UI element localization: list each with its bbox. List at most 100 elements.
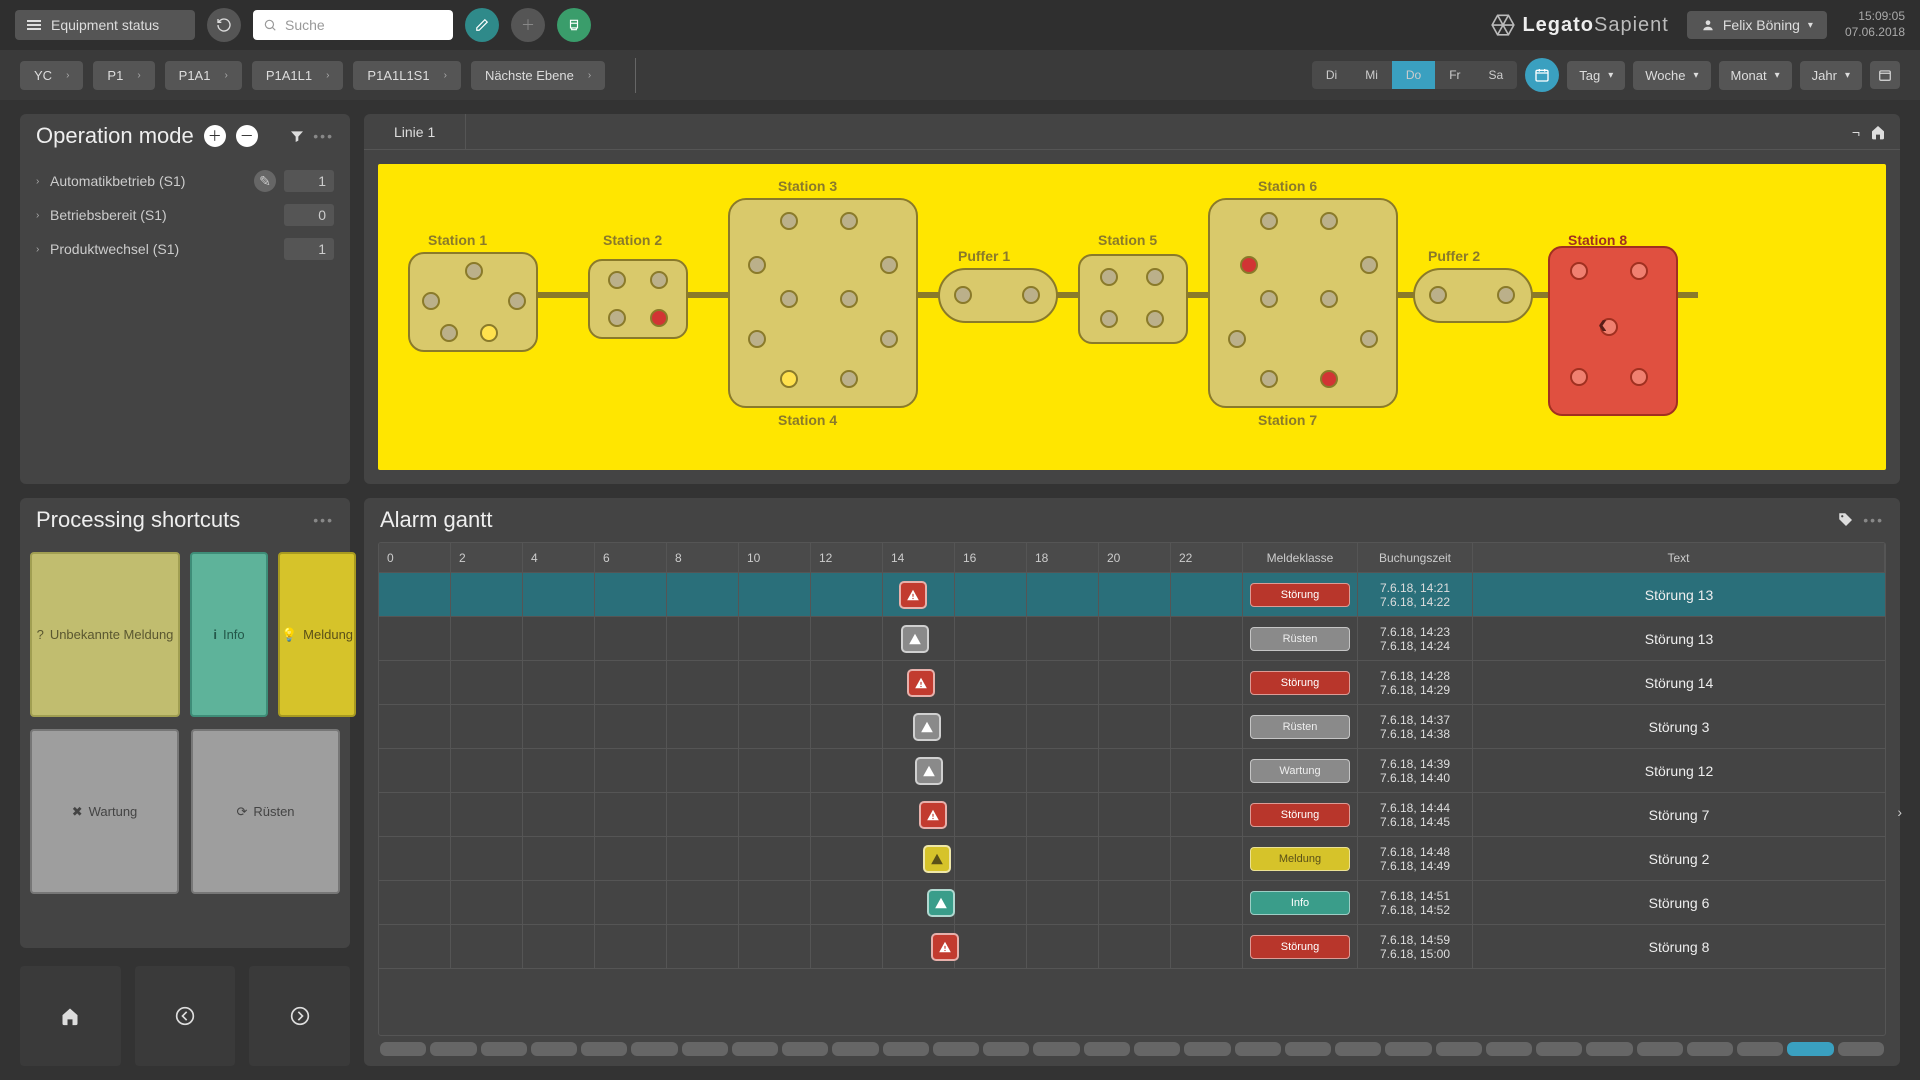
tile-unknown[interactable]: ?Unbekannte Meldung	[30, 552, 180, 717]
station-1[interactable]	[408, 252, 538, 352]
add-button[interactable]: ＋	[511, 8, 545, 42]
breadcrumb-item[interactable]: P1›	[93, 61, 154, 90]
tile-wartung[interactable]: ✖Wartung	[30, 729, 179, 894]
breadcrumb-item[interactable]: P1A1L1S1›	[353, 61, 461, 90]
gantt-row[interactable]: Störung7.6.18, 14:287.6.18, 14:29Störung…	[379, 661, 1885, 705]
scroll-seg[interactable]	[631, 1042, 677, 1056]
scroll-seg[interactable]	[531, 1042, 577, 1056]
station-5[interactable]	[1078, 254, 1188, 344]
alarm-marker[interactable]	[901, 625, 929, 653]
range-tag[interactable]: Tag▾	[1567, 61, 1625, 90]
day-picker[interactable]: DiMiDoFrSa	[1312, 61, 1517, 89]
scroll-right-icon[interactable]: ›	[1897, 804, 1902, 820]
edit-icon[interactable]: ✎	[254, 170, 276, 192]
scroll-seg[interactable]	[1436, 1042, 1482, 1056]
line-visualization[interactable]: Station 1 Station 2 Station 3 Station 4	[378, 164, 1886, 470]
alarm-marker[interactable]	[923, 845, 951, 873]
scroll-seg[interactable]	[732, 1042, 778, 1056]
breadcrumb-item[interactable]: P1A1›	[165, 61, 242, 90]
gantt-row[interactable]: Wartung7.6.18, 14:397.6.18, 14:40Störung…	[379, 749, 1885, 793]
day-Do[interactable]: Do	[1392, 61, 1435, 89]
scroll-seg[interactable]	[1184, 1042, 1230, 1056]
scroll-seg[interactable]	[983, 1042, 1029, 1056]
station-2[interactable]	[588, 259, 688, 339]
scroll-seg[interactable]	[1235, 1042, 1281, 1056]
calendar-button[interactable]	[1525, 58, 1559, 92]
breadcrumb-item[interactable]: P1A1L1›	[252, 61, 344, 90]
scroll-seg[interactable]	[380, 1042, 426, 1056]
more-icon[interactable]: •••	[1863, 512, 1884, 528]
gantt-row[interactable]: Störung7.6.18, 14:217.6.18, 14:22Störung…	[379, 573, 1885, 617]
user-menu[interactable]: Felix Böning ▾	[1687, 11, 1827, 39]
gantt-row[interactable]: Störung7.6.18, 14:597.6.18, 15:00Störung…	[379, 925, 1885, 969]
day-Fr[interactable]: Fr	[1435, 61, 1474, 89]
scroll-seg[interactable]	[832, 1042, 878, 1056]
refresh-button[interactable]	[207, 8, 241, 42]
more-icon[interactable]: •••	[313, 512, 334, 528]
alarm-marker[interactable]	[913, 713, 941, 741]
more-icon[interactable]: •••	[313, 128, 334, 144]
day-Sa[interactable]: Sa	[1475, 61, 1518, 89]
range-woche[interactable]: Woche▾	[1633, 61, 1710, 90]
op-row[interactable]: ›Produktwechsel (S1)✎1	[30, 232, 340, 266]
scroll-seg[interactable]	[481, 1042, 527, 1056]
range-monat[interactable]: Monat▾	[1719, 61, 1792, 90]
day-Di[interactable]: Di	[1312, 61, 1351, 89]
scroll-seg[interactable]	[1033, 1042, 1079, 1056]
scroll-seg[interactable]	[933, 1042, 979, 1056]
scroll-seg[interactable]	[1838, 1042, 1884, 1056]
scroll-seg[interactable]	[1637, 1042, 1683, 1056]
scroll-seg[interactable]	[1335, 1042, 1381, 1056]
scroll-seg[interactable]	[1737, 1042, 1783, 1056]
home-icon[interactable]	[1870, 124, 1886, 140]
scroll-seg[interactable]	[1486, 1042, 1532, 1056]
scroll-seg[interactable]	[430, 1042, 476, 1056]
scroll-seg[interactable]	[1586, 1042, 1632, 1056]
expand-icon[interactable]: ＋	[204, 125, 226, 147]
nav-back[interactable]	[135, 966, 236, 1066]
invert-icon[interactable]: ¬	[1852, 124, 1860, 140]
scroll-seg[interactable]	[1787, 1042, 1833, 1056]
gantt-row[interactable]: Rüsten7.6.18, 14:237.6.18, 14:24Störung …	[379, 617, 1885, 661]
scroll-seg[interactable]	[782, 1042, 828, 1056]
equipment-status-button[interactable]: Equipment status	[15, 10, 195, 40]
alarm-marker[interactable]	[931, 933, 959, 961]
op-row[interactable]: ›Automatikbetrieb (S1)✎1	[30, 164, 340, 198]
breadcrumb-item[interactable]: YC›	[20, 61, 83, 90]
scroll-seg[interactable]	[581, 1042, 627, 1056]
gantt-row[interactable]: Info7.6.18, 14:517.6.18, 14:52Störung 6	[379, 881, 1885, 925]
nav-forward[interactable]	[249, 966, 350, 1066]
tile-info[interactable]: iInfo	[190, 552, 268, 717]
scroll-seg[interactable]	[1536, 1042, 1582, 1056]
scroll-seg[interactable]	[1134, 1042, 1180, 1056]
gantt-row[interactable]: Rüsten7.6.18, 14:377.6.18, 14:38Störung …	[379, 705, 1885, 749]
scroll-seg[interactable]	[1385, 1042, 1431, 1056]
scroll-seg[interactable]	[883, 1042, 929, 1056]
station-6-7[interactable]	[1208, 198, 1398, 408]
station-3-4[interactable]	[728, 198, 918, 408]
tile-meldung[interactable]: 💡Meldung	[278, 552, 356, 717]
calendar-icon-button[interactable]	[1870, 61, 1900, 89]
scroll-seg[interactable]	[1285, 1042, 1331, 1056]
range-jahr[interactable]: Jahr▾	[1800, 61, 1862, 90]
scroll-seg[interactable]	[682, 1042, 728, 1056]
edit-button[interactable]	[465, 8, 499, 42]
day-Mi[interactable]: Mi	[1351, 61, 1392, 89]
alarm-marker[interactable]	[899, 581, 927, 609]
scroll-seg[interactable]	[1687, 1042, 1733, 1056]
tile-ruesten[interactable]: ⟳Rüsten	[191, 729, 340, 894]
puffer-1[interactable]	[938, 268, 1058, 323]
print-button[interactable]	[557, 8, 591, 42]
puffer-2[interactable]	[1413, 268, 1533, 323]
gantt-row[interactable]: Meldung7.6.18, 14:487.6.18, 14:49Störung…	[379, 837, 1885, 881]
next-level-button[interactable]: Nächste Ebene›	[471, 61, 605, 90]
op-row[interactable]: ›Betriebsbereit (S1)✎0	[30, 198, 340, 232]
alarm-marker[interactable]	[907, 669, 935, 697]
station-8[interactable]: ‹	[1548, 246, 1678, 416]
alarm-marker[interactable]	[927, 889, 955, 917]
scroll-seg[interactable]	[1084, 1042, 1130, 1056]
collapse-icon[interactable]: －	[236, 125, 258, 147]
filter-icon[interactable]	[289, 128, 305, 144]
nav-home[interactable]	[20, 966, 121, 1066]
gantt-row[interactable]: Störung7.6.18, 14:447.6.18, 14:45Störung…	[379, 793, 1885, 837]
